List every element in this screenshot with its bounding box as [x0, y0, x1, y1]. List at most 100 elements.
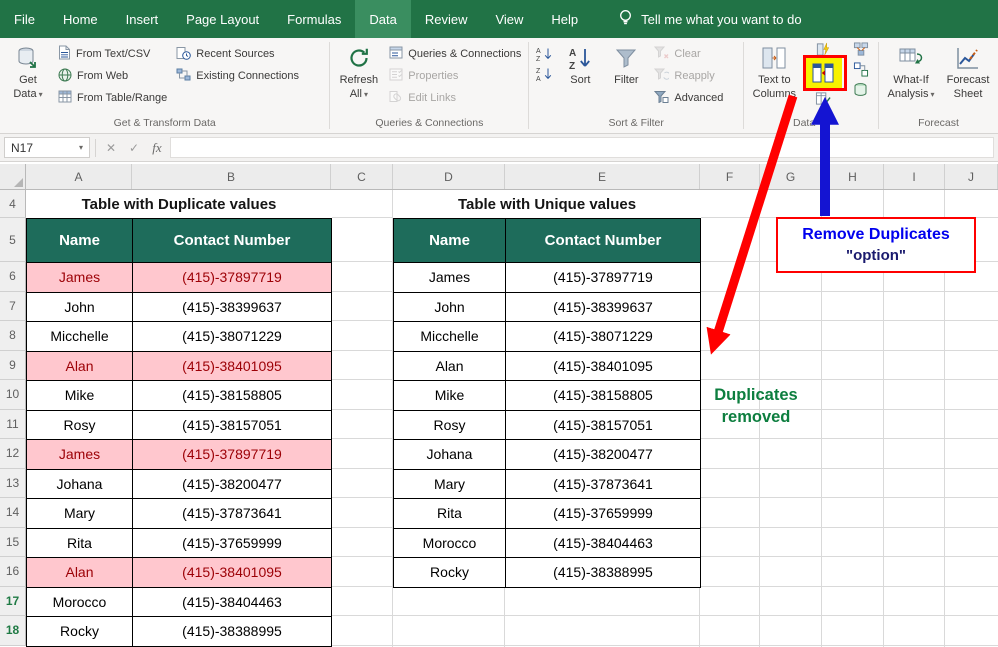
cell-contact[interactable]: (415)-38404463 [133, 588, 332, 618]
cell-name[interactable]: Micchelle [394, 322, 506, 352]
cell-contact[interactable]: (415)-37897719 [133, 263, 332, 293]
data-validation-button[interactable] [808, 90, 838, 106]
cell-contact[interactable]: (415)-38200477 [506, 440, 701, 470]
menu-tab-view[interactable]: View [481, 0, 537, 38]
select-all-corner[interactable] [0, 164, 26, 190]
existing-connections-button[interactable]: Existing Connections [173, 67, 302, 85]
row-header-4[interactable]: 4 [0, 190, 26, 218]
from-table-range-button[interactable]: From Table/Range [55, 89, 170, 107]
from-web-button[interactable]: From Web [55, 67, 170, 85]
column-header-F[interactable]: F [700, 164, 760, 189]
filter-button[interactable]: Filter [604, 41, 648, 88]
insert-function-button[interactable]: fx [147, 140, 167, 156]
cell-contact[interactable]: (415)-38399637 [506, 293, 701, 323]
table-header-name[interactable]: Name [27, 219, 133, 263]
column-header-G[interactable]: G [760, 164, 822, 189]
cell-name[interactable]: James [394, 263, 506, 293]
cell-contact[interactable]: (415)-38158805 [133, 381, 332, 411]
cell-name[interactable]: Rita [394, 499, 506, 529]
sort-button[interactable]: AZ Sort [559, 41, 601, 88]
flash-fill-button[interactable] [808, 41, 838, 57]
cell-name[interactable]: Alan [27, 558, 133, 588]
cell-contact[interactable]: (415)-38401095 [133, 352, 332, 382]
row-header-8[interactable]: 8 [0, 321, 26, 351]
row-header-14[interactable]: 14 [0, 498, 26, 528]
cell-name[interactable]: John [27, 293, 133, 323]
cell-contact[interactable]: (415)-38388995 [133, 617, 332, 647]
from-text-csv-button[interactable]: From Text/CSV [55, 45, 170, 63]
menu-tab-review[interactable]: Review [411, 0, 482, 38]
consolidate-button[interactable] [848, 41, 874, 57]
relationships-button[interactable] [848, 61, 874, 77]
get-data-button[interactable]: Get Data▾ [4, 41, 52, 102]
cell-name[interactable]: Alan [27, 352, 133, 382]
cell-name[interactable]: Johana [27, 470, 133, 500]
cell-name[interactable]: Rosy [27, 411, 133, 441]
row-header-15[interactable]: 15 [0, 528, 26, 558]
cell-contact[interactable]: (415)-37873641 [506, 470, 701, 500]
table-header-contact[interactable]: Contact Number [506, 219, 701, 263]
row-header-7[interactable]: 7 [0, 292, 26, 322]
cancel-icon[interactable]: ✕ [101, 141, 121, 155]
row-header-10[interactable]: 10 [0, 380, 26, 410]
column-header-C[interactable]: C [331, 164, 393, 189]
row-header-9[interactable]: 9 [0, 351, 26, 381]
cell-name[interactable]: Alan [394, 352, 506, 382]
cell-contact[interactable]: (415)-38071229 [133, 322, 332, 352]
menu-tab-home[interactable]: Home [49, 0, 112, 38]
name-box[interactable]: N17 ▾ [4, 137, 90, 158]
tell-me-box[interactable]: Tell me what you want to do [618, 0, 801, 38]
cell-contact[interactable]: (415)-38388995 [506, 558, 701, 588]
cell-name[interactable]: James [27, 263, 133, 293]
cell-contact[interactable]: (415)-37659999 [506, 499, 701, 529]
column-header-A[interactable]: A [26, 164, 132, 189]
cell-contact[interactable]: (415)-38399637 [133, 293, 332, 323]
menu-tab-data[interactable]: Data [355, 0, 410, 38]
sort-ascending-button[interactable]: AZ [533, 45, 556, 63]
cell-contact[interactable]: (415)-38401095 [506, 352, 701, 382]
enter-check-icon[interactable]: ✓ [124, 141, 144, 155]
cell-contact[interactable]: (415)-38401095 [133, 558, 332, 588]
column-header-B[interactable]: B [132, 164, 331, 189]
cell-name[interactable]: John [394, 293, 506, 323]
menu-tab-formulas[interactable]: Formulas [273, 0, 355, 38]
row-header-16[interactable]: 16 [0, 557, 26, 587]
table-header-name[interactable]: Name [394, 219, 506, 263]
cell-name[interactable]: Mike [394, 381, 506, 411]
row-header-5[interactable]: 5 [0, 218, 26, 262]
cell-name[interactable]: Mike [27, 381, 133, 411]
refresh-all-button[interactable]: Refresh All▾ [334, 41, 383, 102]
cell-contact[interactable]: (415)-38071229 [506, 322, 701, 352]
remove-duplicates-button[interactable] [804, 58, 842, 88]
cell-name[interactable]: Rosy [394, 411, 506, 441]
cell-contact[interactable]: (415)-38157051 [133, 411, 332, 441]
forecast-sheet-button[interactable]: Forecast Sheet [942, 41, 994, 102]
cell-name[interactable]: Johana [394, 440, 506, 470]
text-to-columns-button[interactable]: Text to Columns [748, 41, 801, 102]
menu-tab-insert[interactable]: Insert [112, 0, 173, 38]
row-header-11[interactable]: 11 [0, 410, 26, 440]
cell-contact[interactable]: (415)-37873641 [133, 499, 332, 529]
advanced-filter-button[interactable]: Advanced [651, 89, 726, 107]
cell-contact[interactable]: (415)-38404463 [506, 529, 701, 559]
cell-name[interactable]: Rita [27, 529, 133, 559]
cell-contact[interactable]: (415)-37659999 [133, 529, 332, 559]
column-header-J[interactable]: J [945, 164, 998, 189]
formula-input[interactable] [170, 137, 994, 158]
cell-name[interactable]: Morocco [27, 588, 133, 618]
cell-name[interactable]: James [27, 440, 133, 470]
row-header-6[interactable]: 6 [0, 262, 26, 292]
cell-name[interactable]: Rocky [27, 617, 133, 647]
table-header-contact[interactable]: Contact Number [133, 219, 332, 263]
menu-tab-help[interactable]: Help [537, 0, 592, 38]
column-header-H[interactable]: H [822, 164, 884, 189]
cell-contact[interactable]: (415)-37897719 [133, 440, 332, 470]
row-header-13[interactable]: 13 [0, 469, 26, 499]
what-if-analysis-button[interactable]: What-If Analysis▾ [883, 41, 939, 102]
cell-name[interactable]: Mary [27, 499, 133, 529]
row-header-12[interactable]: 12 [0, 439, 26, 469]
sort-descending-button[interactable]: ZA [533, 65, 556, 83]
manage-data-model-button[interactable] [848, 81, 874, 97]
cell-contact[interactable]: (415)-38200477 [133, 470, 332, 500]
column-header-D[interactable]: D [393, 164, 505, 189]
